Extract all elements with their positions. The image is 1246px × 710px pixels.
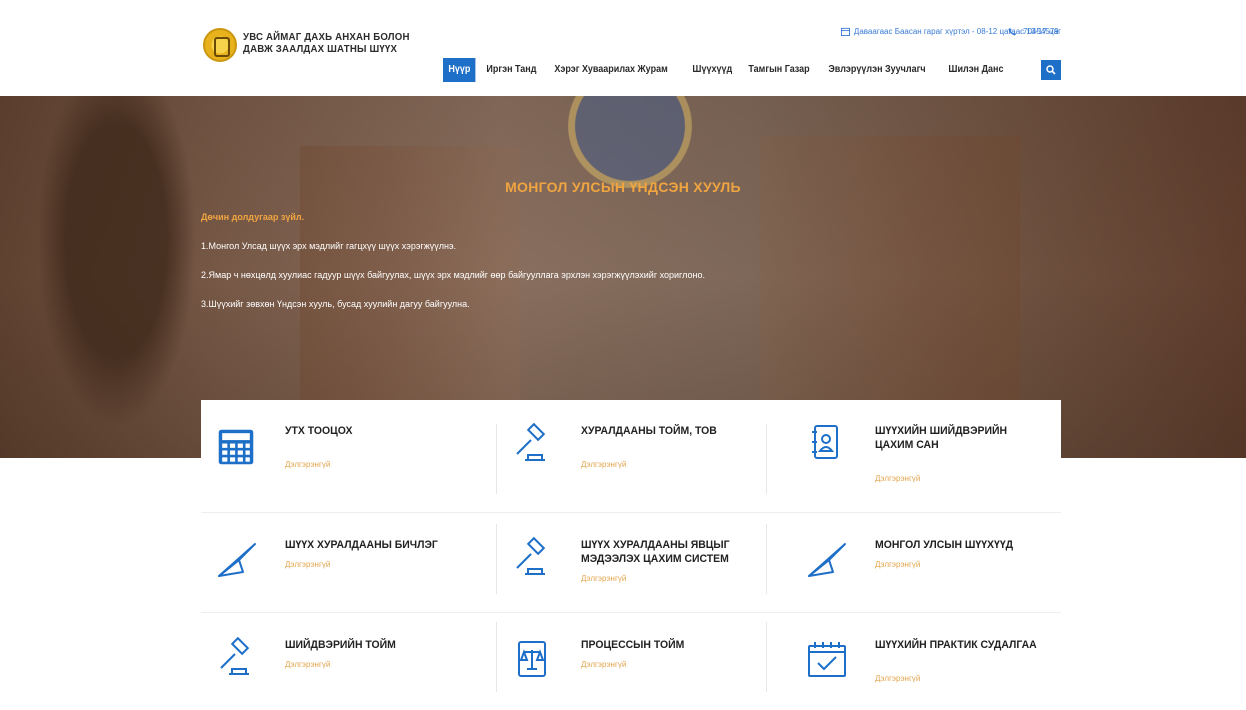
calendar-check-icon [808,642,846,677]
hero-line-3: 3.Шүүхийг зөвхөн Үндсэн хууль, бусад хуу… [201,299,470,309]
nav-item-citizens[interactable]: Иргэн Танд [481,58,542,82]
nav-item-home[interactable]: Нүүр [443,58,476,82]
nav-item-case-allocation[interactable]: Хэрэг Хуваарилах Журам [549,58,673,82]
search-button[interactable] [1041,60,1061,80]
card-decision-archive[interactable]: ШҮҮХИЙН ШИЙДВЭРИЙН ЦАХИМ САН Дэлгэрэнгүй [791,400,1077,496]
gavel-icon [516,422,546,461]
phone-number: 70454579 [1023,27,1059,36]
card-more-link[interactable]: Дэлгэрэнгүй [875,674,920,683]
card-title: УТХ ТООЦОХ [285,425,353,437]
scales-document-icon [518,641,546,677]
card-title: ШҮҮХ ХУРАЛДААНЫ БИЧЛЭГ [285,539,438,551]
nav-item-courts[interactable]: Шүүхүүд [687,58,738,82]
card-more-link[interactable]: Дэлгэрэнгүй [581,574,626,583]
card-practice-research[interactable]: ШҮҮХИЙН ПРАКТИК СУДАЛГАА Дэлгэрэнгүй [791,614,1077,710]
hero-title: МОНГОЛ УЛСЫН ҮНДСЭН ХУУЛЬ [505,179,741,195]
lady-justice-statue [40,96,210,458]
card-process-review[interactable]: ПРОЦЕССЫН ТОЙМ Дэлгэрэнгүй [497,614,783,710]
card-hearing-info-system[interactable]: ШҮҮХ ХУРАЛДААНЫ ЯВЦЫГ МЭДЭЭЛЭХ ЦАХИМ СИС… [497,514,783,610]
card-title: ШҮҮХИЙН ШИЙДВЭРИЙН ЦАХИМ САН [875,425,1008,451]
card-title: ПРОЦЕССЫН ТОЙМ [581,639,685,651]
card-mongolian-courts[interactable]: МОНГОЛ УЛСЫН ШҮҮХҮҮД Дэлгэрэнгүй [791,514,1077,610]
brand-title[interactable]: УВС АЙМАГ ДАХЬ АНХАН БОЛОН ДАВЖ ЗААЛДАХ … [243,31,410,55]
card-calculator[interactable]: УТХ ТООЦОХ Дэлгэрэнгүй [201,400,487,496]
card-title: ХУРАЛДААНЫ ТОЙМ, ТОВ [581,425,717,437]
card-more-link[interactable]: Дэлгэрэнгүй [875,474,920,483]
hero-line-2: 2.Ямар ч нөхцөлд хуулиас гадуур шүүх бай… [201,270,705,280]
phone-icon [1008,27,1017,36]
nav-item-secretariat[interactable]: Тамгын Газар [743,58,815,82]
services-grid: УТХ ТООЦОХ Дэлгэрэнгүй ХУРАЛДААНЫ ТОЙМ, … [201,400,1061,692]
card-title: ШҮҮХ ХУРАЛДААНЫ ЯВЦЫГ МЭДЭЭЛЭХ ЦАХИМ СИС… [581,539,730,565]
gavel-icon [516,536,546,575]
brand-line-2: ДАВЖ ЗААЛДАХ ШАТНЫ ШҮҮХ [243,43,398,55]
card-title: ШҮҮХИЙН ПРАКТИК СУДАЛГАА [875,639,1037,651]
card-more-link[interactable]: Дэлгэрэнгүй [285,560,330,569]
paper-plane-icon [808,543,846,577]
address-book-icon [812,425,838,459]
card-title: ШИЙДВЭРИЙН ТОЙМ [285,639,396,651]
card-title: МОНГОЛ УЛСЫН ШҮҮХҮҮД [875,539,1014,551]
paper-plane-icon [218,543,256,577]
phone-info[interactable]: 70454579 [1008,27,1059,36]
brand-line-1: УВС АЙМАГ ДАХЬ АНХАН БОЛОН [243,31,410,43]
card-hearing-recording[interactable]: ШҮҮХ ХУРАЛДААНЫ БИЧЛЭГ Дэлгэрэнгүй [201,514,487,610]
nav-item-transparency[interactable]: Шилэн Данс [943,58,1009,82]
search-icon [1046,65,1056,75]
card-more-link[interactable]: Дэлгэрэнгүй [285,660,330,669]
calendar-icon [840,27,850,36]
card-more-link[interactable]: Дэлгэрэнгүй [875,560,920,569]
card-more-link[interactable]: Дэлгэрэнгүй [581,660,626,669]
main-nav: Нүүр Иргэн Танд Хэрэг Хуваарилах Журам Ш… [443,58,1011,82]
nav-item-mediator[interactable]: Эвлэрүүлэн Зуучлагч [823,58,931,82]
card-decision-review[interactable]: ШИЙДВЭРИЙН ТОЙМ Дэлгэрэнгүй [201,614,487,710]
hero-line-1: 1.Монгол Улсад шүүх эрх мэдлийг гагцхүү … [201,241,457,251]
card-more-link[interactable]: Дэлгэрэнгүй [581,460,626,469]
calculator-icon [218,429,254,465]
card-more-link[interactable]: Дэлгэрэнгүй [285,460,330,469]
card-hearing-schedule[interactable]: ХУРАЛДААНЫ ТОЙМ, ТОВ Дэлгэрэнгүй [497,400,783,496]
site-header: УВС АЙМАГ ДАХЬ АНХАН БОЛОН ДАВЖ ЗААЛДАХ … [0,0,1246,96]
gavel-icon [220,636,250,675]
hero-subtitle: Дөчин долдугаар зүйл. [201,212,305,222]
court-logo-icon[interactable] [203,28,237,62]
